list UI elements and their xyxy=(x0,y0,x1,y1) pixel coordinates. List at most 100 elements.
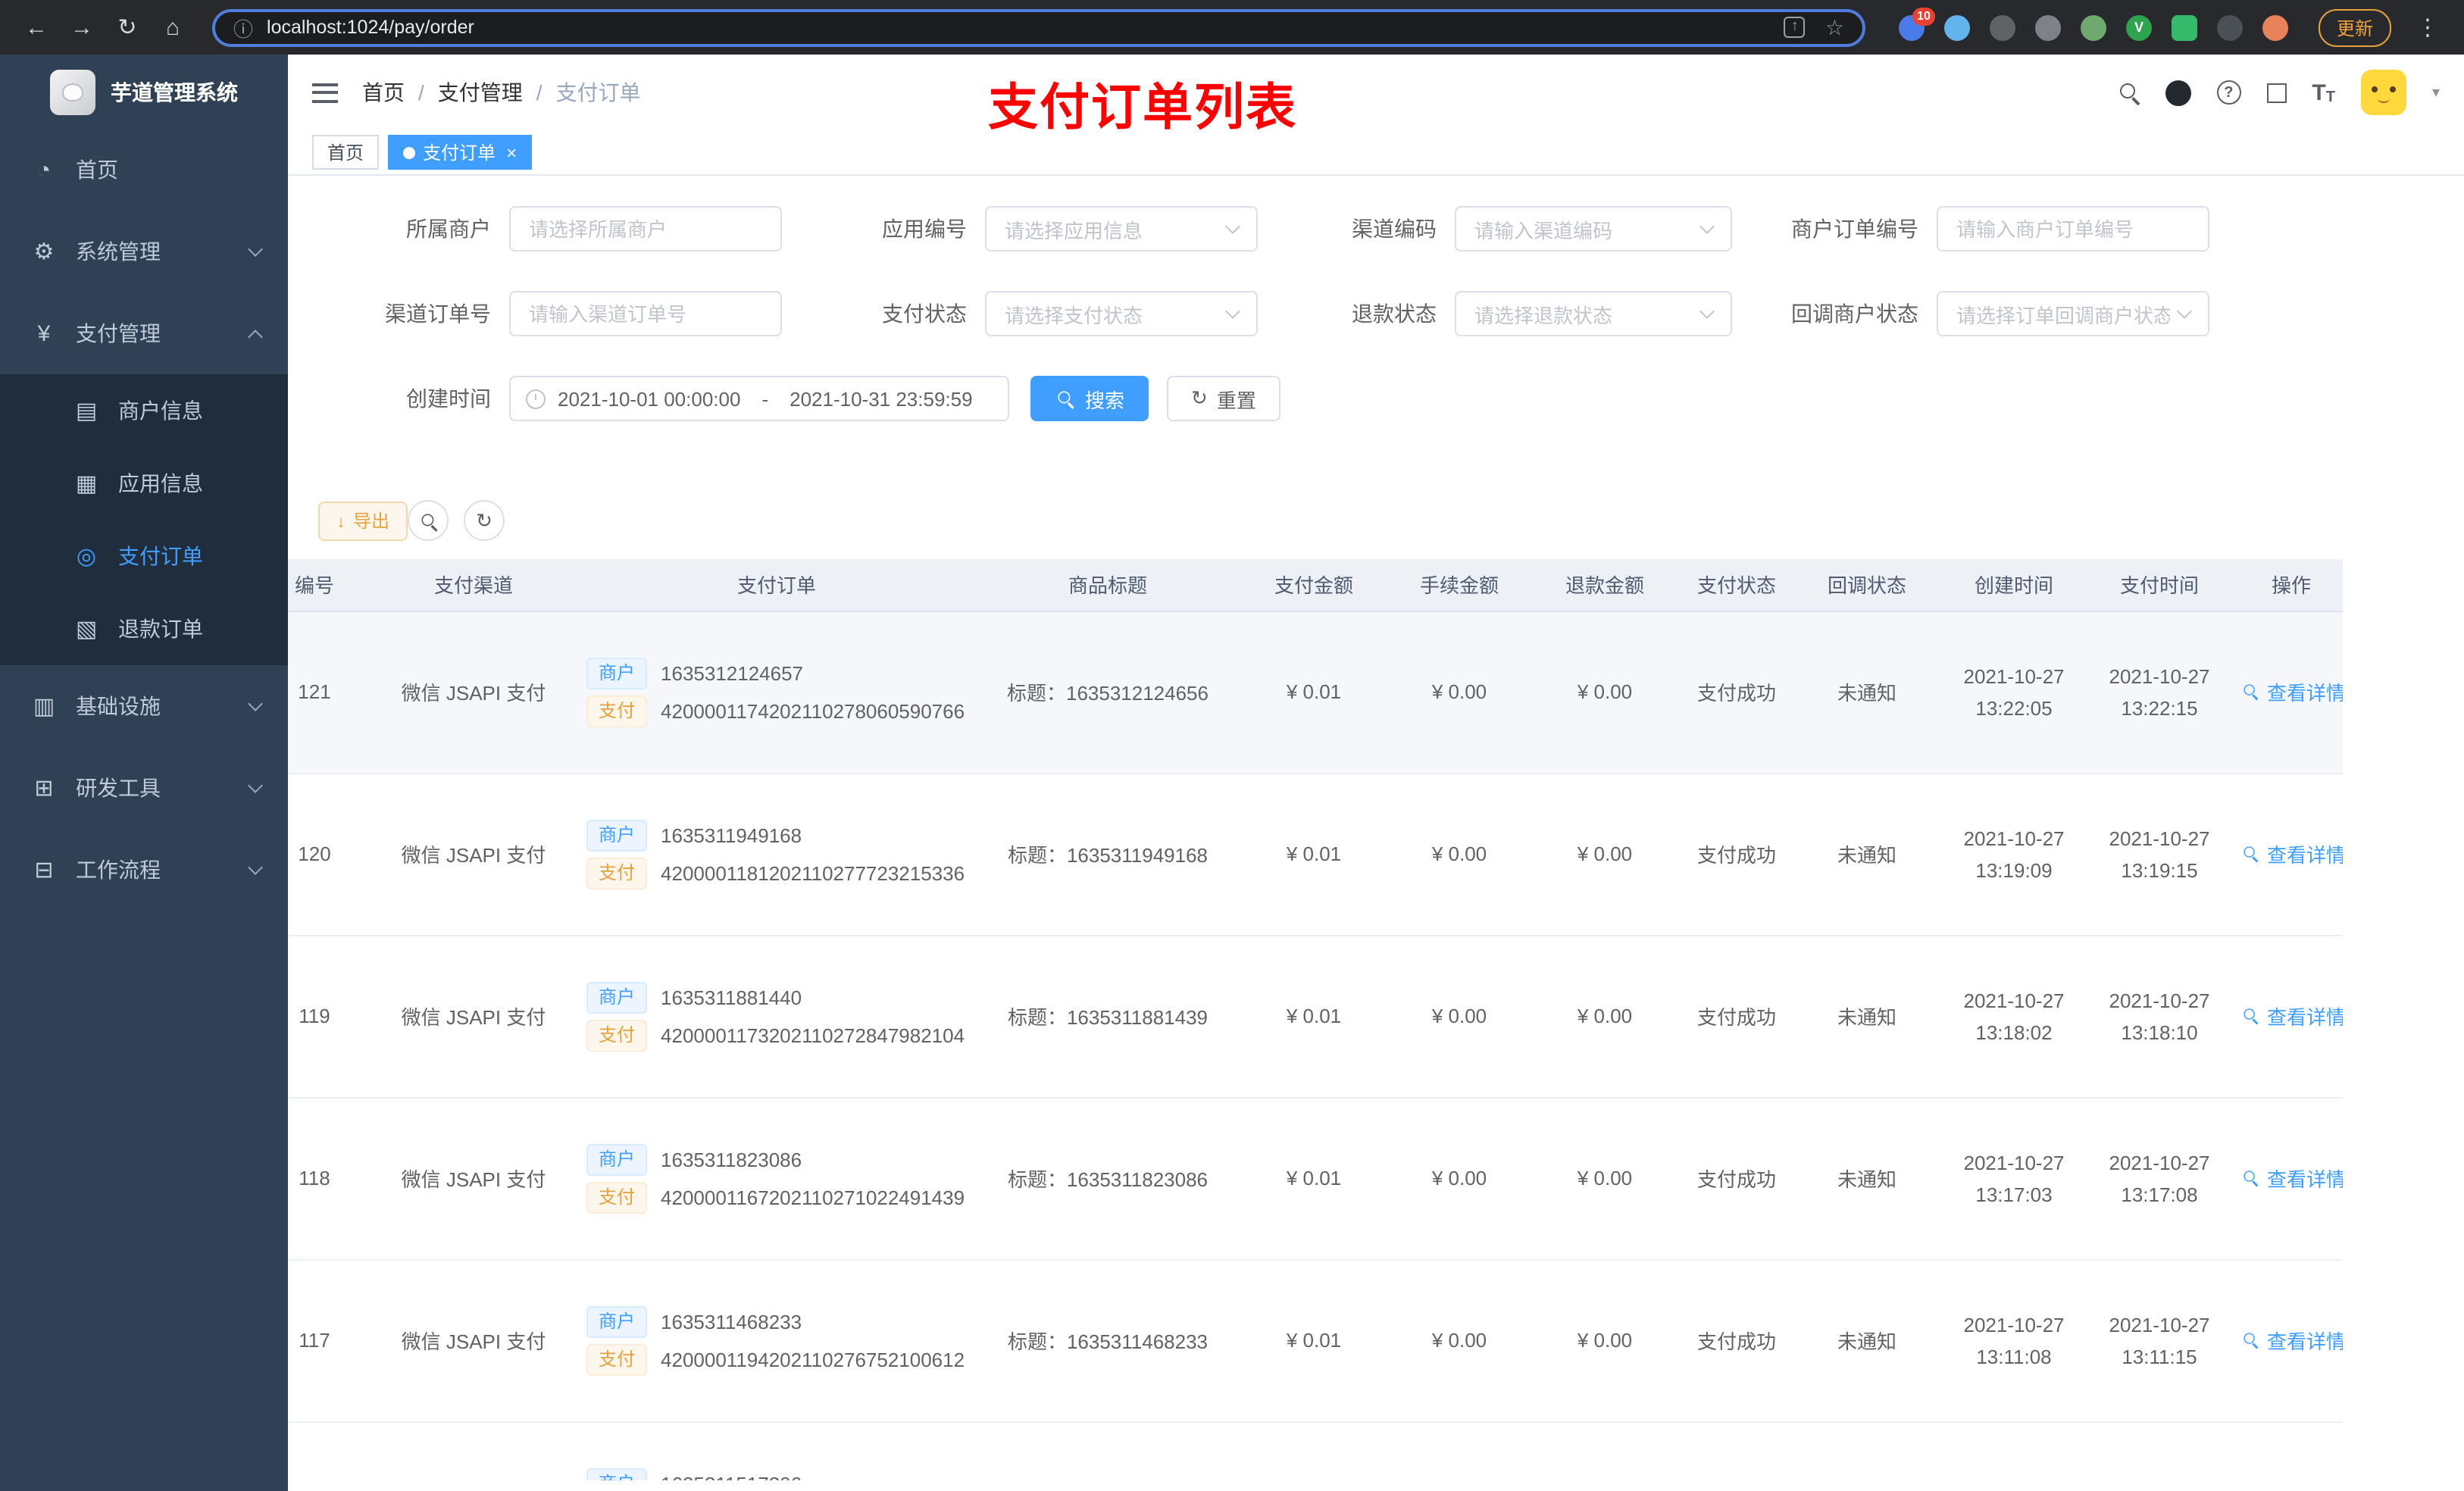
export-button[interactable]: ↓ 导出 xyxy=(318,501,408,540)
sidebar-item-pay-order[interactable]: ◎ 支付订单 xyxy=(0,520,288,592)
sidebar-item-merchant-info[interactable]: ▤ 商户信息 xyxy=(0,374,288,447)
merchant-order-no-label: 商户订单编号 xyxy=(1791,217,1918,241)
gear-icon: ⚙ xyxy=(33,239,55,265)
channel-code-label: 渠道编码 xyxy=(1352,217,1437,241)
merchant-tag: 商户 xyxy=(586,819,648,851)
navbar-actions: ? TT ▾ xyxy=(2118,70,2440,115)
tab-home[interactable]: 首页 xyxy=(312,135,380,170)
notify-status-select[interactable]: 请选择订单回调商户状态 xyxy=(1937,291,2209,336)
sidebar-item-dev-tools[interactable]: ⊞ 研发工具 xyxy=(0,747,288,829)
extension-icon[interactable] xyxy=(2171,14,2197,40)
chevron-down-icon[interactable]: ▾ xyxy=(2432,84,2440,101)
breadcrumb: 首页 / 支付管理 / 支付订单 xyxy=(362,77,641,108)
channel-order-no-input[interactable] xyxy=(509,291,782,336)
bookmark-star-icon[interactable]: ☆ xyxy=(1825,14,1844,40)
view-detail-link[interactable]: 查看详情 xyxy=(2240,1326,2343,1355)
search-icon xyxy=(2243,683,2258,699)
merchant-order-no-input[interactable] xyxy=(1937,206,2209,252)
col-fee: 手续金额 xyxy=(1397,559,1521,611)
close-icon[interactable]: × xyxy=(506,142,517,163)
reload-icon[interactable]: ↻ xyxy=(109,14,145,41)
tab-pay-order[interactable]: 支付订单 × xyxy=(388,135,533,170)
back-icon[interactable]: ← xyxy=(18,14,55,40)
extension-icon[interactable] xyxy=(1989,14,2015,40)
view-detail-link[interactable]: 查看详情 xyxy=(2240,1164,2343,1192)
extension-icon[interactable] xyxy=(1943,14,1970,40)
extension-icon[interactable] xyxy=(2216,14,2243,40)
reset-button[interactable]: ↻ 重置 xyxy=(1167,376,1280,421)
merchant-tag: 商户 xyxy=(586,981,648,1013)
font-size-icon[interactable]: TT xyxy=(2312,80,2335,105)
table-row: 121 微信 JSAPI 支付 商户 1635312124657 支付 420000… xyxy=(288,611,2343,774)
address-bar[interactable]: ⓘ localhost:1024/pay/order ↑ ☆ xyxy=(212,8,1865,46)
monitor-icon: ▥ xyxy=(33,694,55,720)
avatar[interactable] xyxy=(2360,70,2406,115)
extension-avatar-icon[interactable] xyxy=(2262,14,2288,40)
breadcrumb-home[interactable]: 首页 xyxy=(362,77,405,108)
table-toolbar: ↓ 导出 ↻ xyxy=(288,500,2464,541)
merchant-tag: 商户 xyxy=(586,1305,648,1337)
fullscreen-icon[interactable] xyxy=(2266,83,2287,102)
chevron-up-icon xyxy=(248,329,263,344)
col-id: 编号 xyxy=(288,559,379,611)
refund-status-select[interactable]: 请选择退款状态 xyxy=(1455,291,1732,336)
chevron-down-icon xyxy=(248,241,263,256)
app-id-select[interactable]: 请选择应用信息 xyxy=(985,206,1258,252)
search-icon xyxy=(2243,1170,2258,1185)
sidebar-item-system[interactable]: ⚙ 系统管理 xyxy=(0,211,288,292)
tools-icon: ⊞ xyxy=(34,776,54,802)
extension-icon[interactable] xyxy=(2080,14,2106,40)
view-detail-link[interactable]: 查看详情 xyxy=(2240,677,2343,706)
chevron-down-icon xyxy=(1225,218,1240,233)
search-icon xyxy=(2243,846,2258,861)
col-action: 操作 xyxy=(2240,559,2343,611)
refresh-icon: ↻ xyxy=(1191,386,1208,409)
notify-status-label: 回调商户状态 xyxy=(1791,302,1918,326)
date-range-picker[interactable]: 2021-10-01 00:00:00 - 2021-10-31 23:59:5… xyxy=(509,376,1009,421)
payment-submenu: ▤ 商户信息 ▦ 应用信息 ◎ 支付订单 ▧ 退款订单 xyxy=(0,374,288,665)
sidebar-item-payment[interactable]: ¥ 支付管理 xyxy=(0,292,288,374)
browser-menu-icon[interactable]: ⋮ xyxy=(2409,14,2446,41)
view-detail-link[interactable]: 查看详情 xyxy=(2240,839,2343,868)
toggle-search-button[interactable] xyxy=(408,500,449,541)
help-icon[interactable]: ? xyxy=(2216,80,2241,105)
home-icon[interactable]: ⌂ xyxy=(155,14,191,40)
channel-order-no-label: 渠道订单号 xyxy=(385,302,491,326)
github-icon[interactable] xyxy=(2165,80,2191,105)
sidebar-item-home[interactable]: ◔ 首页 xyxy=(0,129,288,211)
refresh-button[interactable]: ↻ xyxy=(464,500,505,541)
extension-icon[interactable]: V xyxy=(2125,14,2152,40)
breadcrumb-payment[interactable]: 支付管理 xyxy=(438,77,523,108)
chevron-down-icon xyxy=(248,777,263,792)
table-row: 117 微信 JSAPI 支付 商户 1635311468233 支付 420000… xyxy=(288,1259,2343,1422)
orders-table: 编号 支付渠道 支付订单 商品标题 支付金额 手续金额 退款金额 支付状态 回调… xyxy=(288,559,2464,1480)
sidebar-item-infrastructure[interactable]: ▥ 基础设施 xyxy=(0,665,288,747)
search-icon[interactable] xyxy=(2118,82,2139,103)
merchant-label: 所属商户 xyxy=(406,217,491,241)
merchant-input[interactable] xyxy=(509,206,782,252)
extension-icon[interactable] xyxy=(2034,14,2061,40)
target-icon: ◎ xyxy=(76,544,97,570)
view-detail-link[interactable]: 查看详情 xyxy=(2240,1002,2343,1030)
refund-status-label: 退款状态 xyxy=(1352,302,1437,326)
pay-status-select[interactable]: 请选择支付状态 xyxy=(985,291,1258,336)
sidebar-item-refund-order[interactable]: ▧ 退款订单 xyxy=(0,592,288,665)
extension-badge: 10 xyxy=(1912,7,1935,25)
forward-icon[interactable]: → xyxy=(64,14,100,40)
sidebar-item-workflow[interactable]: ⊟ 工作流程 xyxy=(0,829,288,911)
sidebar-item-app-info[interactable]: ▦ 应用信息 xyxy=(0,447,288,520)
page-title-annotation: 支付订单列表 xyxy=(988,79,1297,135)
chevron-down-icon xyxy=(248,859,263,874)
search-button[interactable]: 搜索 xyxy=(1030,376,1149,421)
site-info-icon[interactable]: ⓘ xyxy=(233,13,253,42)
share-icon[interactable]: ↑ xyxy=(1784,17,1806,38)
extension-icon[interactable]: 10 xyxy=(1898,7,1935,40)
col-order: 支付订单 xyxy=(568,559,985,611)
sidebar: 芋道管理系统 ◔ 首页 ⚙ 系统管理 ¥ 支付管理 ▤ 商户信息 ▦ 应用信息 … xyxy=(0,55,288,1491)
sidebar-toggle-icon[interactable] xyxy=(312,83,338,102)
browser-update-button[interactable]: 更新 xyxy=(2318,8,2391,46)
channel-code-select[interactable]: 请输入渠道编码 xyxy=(1455,206,1732,252)
pay-tag: 支付 xyxy=(586,695,648,727)
col-amount: 支付金额 xyxy=(1230,559,1397,611)
filter-form: 所属商户 应用编号 请选择应用信息 渠道编码 请输入渠道编码 商户订单编号 xyxy=(288,176,2464,461)
